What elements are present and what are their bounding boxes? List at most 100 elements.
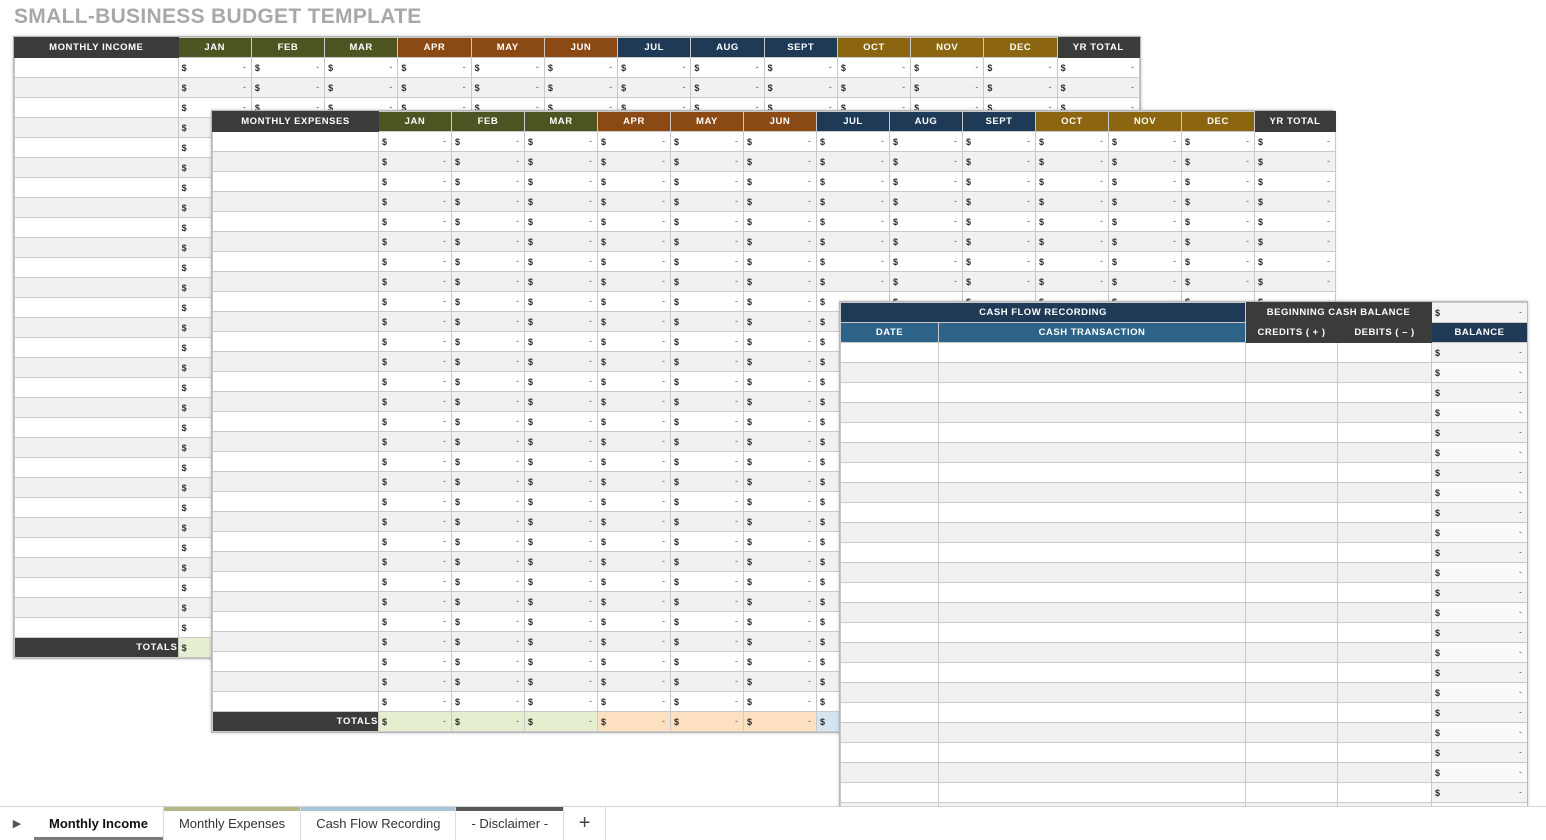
- expenses-amount-cell[interactable]: [379, 512, 452, 532]
- income-amount-cell[interactable]: [251, 58, 324, 78]
- expenses-amount-cell[interactable]: [744, 612, 817, 632]
- income-row-label-cell[interactable]: [15, 558, 179, 578]
- expenses-amount-cell[interactable]: [963, 272, 1036, 292]
- expenses-amount-cell[interactable]: [598, 672, 671, 692]
- expenses-amount-cell[interactable]: [598, 652, 671, 672]
- expenses-row-label-cell[interactable]: [213, 332, 379, 352]
- cash-date-cell[interactable]: [841, 623, 939, 643]
- expenses-amount-cell[interactable]: [744, 572, 817, 592]
- expenses-row-label-cell[interactable]: [213, 352, 379, 372]
- income-amount-cell[interactable]: [544, 58, 617, 78]
- expenses-amount-cell[interactable]: [598, 552, 671, 572]
- sheet-tab-cash-flow-recording[interactable]: Cash Flow Recording: [301, 807, 456, 840]
- expenses-amount-cell[interactable]: [379, 592, 452, 612]
- cash-credits-cell[interactable]: [1246, 503, 1338, 523]
- sheet-tab-monthly-expenses[interactable]: Monthly Expenses: [164, 807, 301, 840]
- expenses-amount-cell[interactable]: [525, 272, 598, 292]
- expenses-amount-cell[interactable]: [744, 272, 817, 292]
- income-amount-cell[interactable]: [178, 58, 251, 78]
- expenses-amount-cell[interactable]: [452, 612, 525, 632]
- expenses-row-label-cell[interactable]: [213, 592, 379, 612]
- expenses-row-label-cell[interactable]: [213, 612, 379, 632]
- cash-transaction-cell[interactable]: [939, 603, 1246, 623]
- expenses-amount-cell[interactable]: [452, 492, 525, 512]
- expenses-amount-cell[interactable]: [671, 332, 744, 352]
- income-amount-cell[interactable]: [325, 58, 398, 78]
- expenses-amount-cell[interactable]: [963, 132, 1036, 152]
- expenses-amount-cell[interactable]: [744, 532, 817, 552]
- cash-credits-cell[interactable]: [1246, 603, 1338, 623]
- expenses-amount-cell[interactable]: [525, 232, 598, 252]
- expenses-amount-cell[interactable]: [963, 232, 1036, 252]
- expenses-amount-cell[interactable]: [744, 152, 817, 172]
- expenses-amount-cell[interactable]: [525, 192, 598, 212]
- cash-credits-cell[interactable]: [1246, 683, 1338, 703]
- expenses-amount-cell[interactable]: [379, 172, 452, 192]
- cash-flow-row[interactable]: [841, 403, 1528, 423]
- expenses-row-label-cell[interactable]: [213, 292, 379, 312]
- expenses-amount-cell[interactable]: [744, 552, 817, 572]
- expenses-amount-cell[interactable]: [379, 472, 452, 492]
- expenses-amount-cell[interactable]: [379, 192, 452, 212]
- expenses-amount-cell[interactable]: [525, 252, 598, 272]
- cash-credits-cell[interactable]: [1246, 463, 1338, 483]
- expenses-amount-cell[interactable]: [525, 352, 598, 372]
- cash-debits-cell[interactable]: [1338, 603, 1432, 623]
- expenses-amount-cell[interactable]: [598, 492, 671, 512]
- income-amount-cell[interactable]: [618, 58, 691, 78]
- expenses-amount-cell[interactable]: [817, 192, 890, 212]
- expenses-amount-cell[interactable]: [598, 172, 671, 192]
- expenses-amount-cell[interactable]: [1036, 212, 1109, 232]
- expenses-amount-cell[interactable]: [379, 252, 452, 272]
- cash-date-cell[interactable]: [841, 423, 939, 443]
- income-row-label-cell[interactable]: [15, 538, 179, 558]
- cash-flow-row[interactable]: [841, 343, 1528, 363]
- cash-flow-row[interactable]: [841, 543, 1528, 563]
- cash-date-cell[interactable]: [841, 703, 939, 723]
- expenses-row-label-cell[interactable]: [213, 672, 379, 692]
- expenses-amount-cell[interactable]: [744, 132, 817, 152]
- cash-flow-row[interactable]: [841, 623, 1528, 643]
- expenses-amount-cell[interactable]: [452, 332, 525, 352]
- expenses-amount-cell[interactable]: [379, 272, 452, 292]
- expenses-row[interactable]: [213, 152, 1336, 172]
- expenses-amount-cell[interactable]: [1036, 152, 1109, 172]
- expenses-amount-cell[interactable]: [671, 232, 744, 252]
- expenses-amount-cell[interactable]: [671, 192, 744, 212]
- cash-transaction-cell[interactable]: [939, 383, 1246, 403]
- cash-flow-row[interactable]: [841, 783, 1528, 803]
- expenses-amount-cell[interactable]: [379, 432, 452, 452]
- expenses-amount-cell[interactable]: [379, 392, 452, 412]
- expenses-amount-cell[interactable]: [452, 632, 525, 652]
- expenses-amount-cell[interactable]: [525, 692, 598, 712]
- expenses-amount-cell[interactable]: [525, 612, 598, 632]
- cash-date-cell[interactable]: [841, 643, 939, 663]
- cash-debits-cell[interactable]: [1338, 783, 1432, 803]
- cash-credits-cell[interactable]: [1246, 543, 1338, 563]
- expenses-amount-cell[interactable]: [671, 692, 744, 712]
- expenses-amount-cell[interactable]: [817, 152, 890, 172]
- cash-flow-body[interactable]: [841, 343, 1528, 822]
- cash-transaction-cell[interactable]: [939, 663, 1246, 683]
- expenses-amount-cell[interactable]: [963, 192, 1036, 212]
- expenses-amount-cell[interactable]: [963, 152, 1036, 172]
- expenses-amount-cell[interactable]: [598, 572, 671, 592]
- cash-flow-row[interactable]: [841, 743, 1528, 763]
- expenses-amount-cell[interactable]: [671, 172, 744, 192]
- cash-debits-cell[interactable]: [1338, 443, 1432, 463]
- expenses-amount-cell[interactable]: [598, 332, 671, 352]
- expenses-amount-cell[interactable]: [379, 352, 452, 372]
- cash-flow-row[interactable]: [841, 603, 1528, 623]
- cash-transaction-cell[interactable]: [939, 423, 1246, 443]
- expenses-amount-cell[interactable]: [525, 332, 598, 352]
- cash-credits-cell[interactable]: [1246, 523, 1338, 543]
- expenses-amount-cell[interactable]: [1182, 232, 1255, 252]
- income-row-label-cell[interactable]: [15, 398, 179, 418]
- income-row-label-cell[interactable]: [15, 418, 179, 438]
- expenses-amount-cell[interactable]: [379, 552, 452, 572]
- income-row-label-cell[interactable]: [15, 478, 179, 498]
- cash-date-cell[interactable]: [841, 603, 939, 623]
- cash-date-cell[interactable]: [841, 403, 939, 423]
- income-amount-cell[interactable]: [251, 78, 324, 98]
- expenses-amount-cell[interactable]: [744, 492, 817, 512]
